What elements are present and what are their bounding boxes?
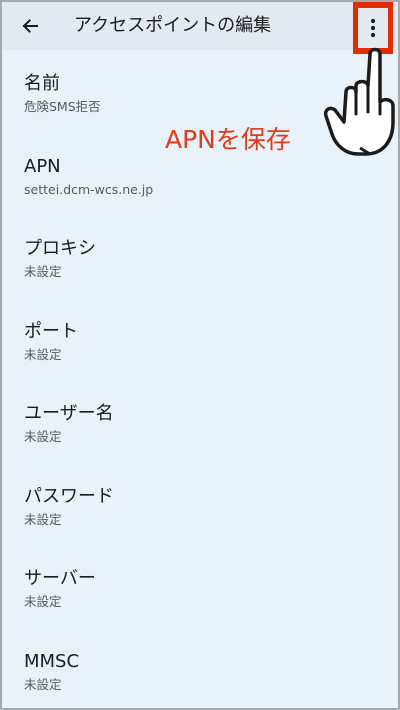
setting-username[interactable]: ユーザー名 未設定: [2, 384, 398, 467]
setting-port-label: ポート: [24, 320, 78, 342]
setting-apn-value: settei.dcm-wcs.ne.jp: [24, 181, 154, 197]
page-title: アクセスポイントの編集: [74, 15, 272, 36]
setting-server-label: サーバー: [24, 568, 96, 589]
setting-port[interactable]: ポート 未設定: [2, 302, 398, 385]
setting-port-value: 未設定: [24, 346, 62, 362]
setting-username-label: ユーザー名: [24, 403, 114, 424]
more-vert-icon: [370, 18, 376, 38]
hand-pointer-icon: [323, 47, 395, 156]
setting-server-value: 未設定: [24, 594, 62, 609]
setting-password-value: 未設定: [24, 511, 62, 527]
phone-screen: アクセスポイントの編集 名前 危険SMS拒否 APN settei.dcm-wc…: [0, 0, 400, 710]
setting-mmsc-value: 未設定: [24, 676, 62, 692]
setting-password-label: パスワード: [24, 485, 114, 507]
setting-proxy[interactable]: プロキシ 未設定: [2, 219, 398, 302]
arrow-left-icon: [22, 19, 38, 33]
setting-password[interactable]: パスワード 未設定: [2, 467, 398, 550]
back-button[interactable]: [14, 10, 46, 42]
setting-proxy-label: プロキシ: [24, 238, 96, 259]
save-apn-annotation: APNを保存: [165, 125, 291, 154]
setting-proxy-value: 未設定: [24, 264, 62, 279]
setting-mmsc[interactable]: MMSC 未設定: [2, 632, 398, 709]
setting-server[interactable]: サーバー 未設定: [2, 549, 398, 632]
setting-mmsc-label: MMSC: [24, 650, 80, 672]
setting-username-value: 未設定: [24, 429, 62, 444]
